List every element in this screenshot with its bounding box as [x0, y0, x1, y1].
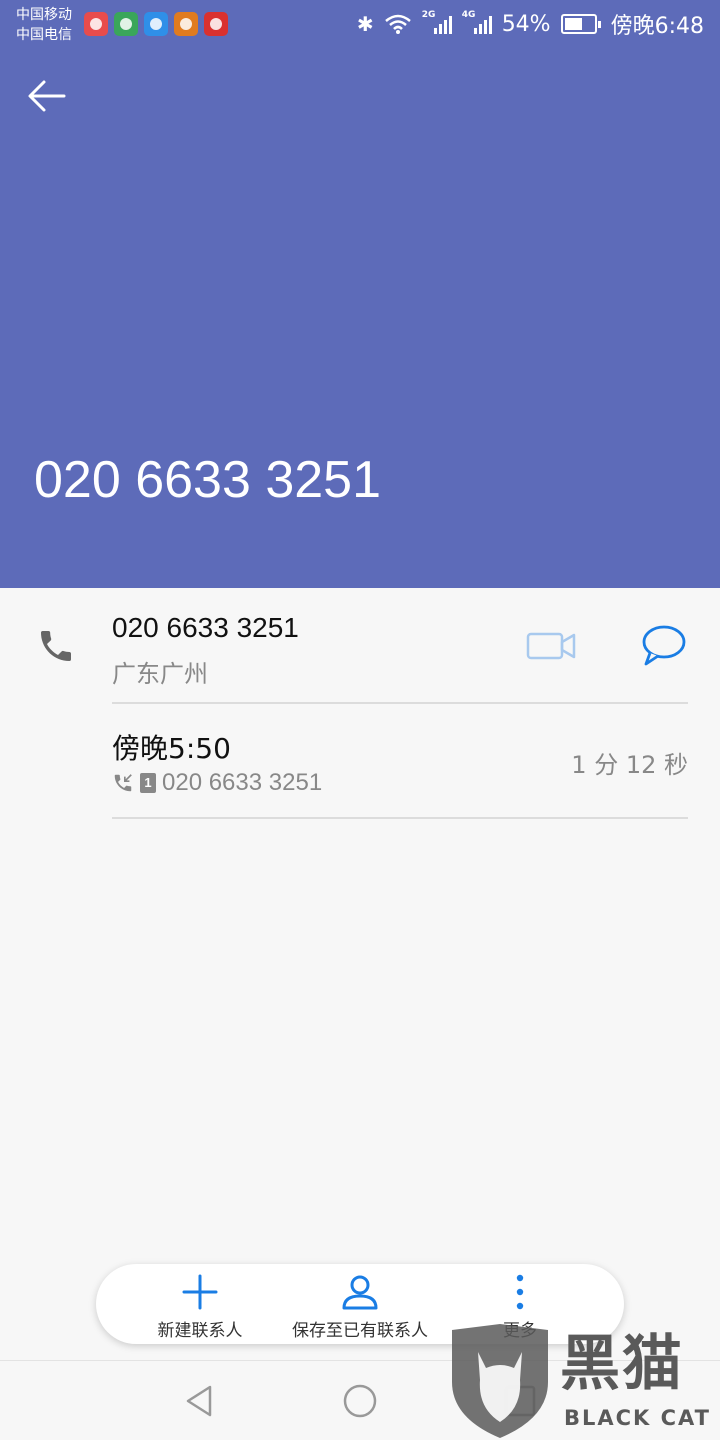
call-number: 020 6633 3251 — [162, 769, 323, 796]
incoming-call-icon — [114, 774, 132, 792]
contact-header: 中国移动 中国电信 ✱ 2G 4G 54% 傍晚6:48 020 6633 32… — [0, 0, 720, 588]
back-button[interactable] — [22, 72, 72, 122]
browser-app-icon — [114, 12, 138, 36]
signal-sim2-icon: 4G — [462, 10, 492, 34]
person-icon — [342, 1275, 378, 1310]
message-bubble-icon — [642, 625, 686, 666]
arrow-left-icon — [28, 80, 66, 112]
battery-icon — [560, 14, 601, 34]
sim1-network-label: 2G — [421, 10, 436, 20]
nav-back-button[interactable] — [180, 1381, 220, 1425]
signal-sim1-icon: 2G — [422, 10, 452, 34]
carrier-info: 中国移动 中国电信 — [16, 5, 72, 45]
map-app-icon — [84, 12, 108, 36]
phone-icon — [36, 626, 76, 670]
black-cat-watermark: 黑猫 BLACK CAT — [448, 1322, 720, 1440]
message-button[interactable] — [640, 624, 688, 668]
number-row[interactable]: 020 6633 3251 广东广州 — [0, 588, 720, 703]
weibo-app-icon — [204, 12, 228, 36]
clock: 傍晚6:48 — [610, 14, 704, 39]
contact-number: 020 6633 3251 — [112, 612, 299, 643]
sim2-network-label: 4G — [461, 10, 476, 20]
video-camera-icon — [526, 632, 576, 660]
qq-browser-app-icon — [144, 12, 168, 36]
call-details: 1 020 6633 3251 — [112, 769, 322, 797]
triangle-back-icon — [186, 1385, 212, 1417]
battery-percent: 54% — [501, 11, 551, 37]
status-bar: 中国移动 中国电信 ✱ 2G 4G 54% 傍晚6:48 — [0, 0, 720, 48]
wifi-icon — [384, 14, 411, 34]
nav-home-button[interactable] — [340, 1381, 380, 1425]
game-app-icon — [174, 12, 198, 36]
more-vertical-icon — [516, 1274, 524, 1310]
new-contact-button[interactable]: 新建联系人 — [140, 1264, 260, 1344]
cat-shield-logo-icon — [452, 1324, 548, 1438]
divider — [112, 702, 688, 704]
carrier-1: 中国移动 — [16, 7, 72, 23]
plus-icon — [182, 1274, 218, 1310]
call-time: 傍晚5:50 — [112, 732, 231, 765]
page-title: 020 6633 3251 — [34, 451, 382, 509]
video-call-button[interactable] — [526, 628, 578, 664]
call-duration: 1 分 12 秒 — [571, 751, 688, 779]
notification-icons — [84, 12, 228, 36]
save-to-existing-label: 保存至已有联系人 — [292, 1321, 428, 1341]
bluetooth-icon: ✱ — [356, 12, 374, 36]
divider — [112, 817, 688, 819]
watermark-subtext: BLACK CAT — [564, 1406, 711, 1430]
watermark-text: 黑猫 — [560, 1329, 684, 1399]
sim-badge: 1 — [140, 773, 156, 793]
new-contact-label: 新建联系人 — [157, 1321, 243, 1341]
circle-home-icon — [343, 1384, 377, 1418]
call-log-item[interactable]: 傍晚5:50 1 020 6633 3251 1 分 12 秒 — [0, 705, 720, 818]
number-location: 广东广州 — [112, 660, 208, 688]
status-indicators: ✱ 2G 4G 54% 傍晚6:48 — [356, 10, 704, 39]
save-to-existing-button[interactable]: 保存至已有联系人 — [280, 1264, 440, 1344]
carrier-2: 中国电信 — [16, 27, 72, 43]
